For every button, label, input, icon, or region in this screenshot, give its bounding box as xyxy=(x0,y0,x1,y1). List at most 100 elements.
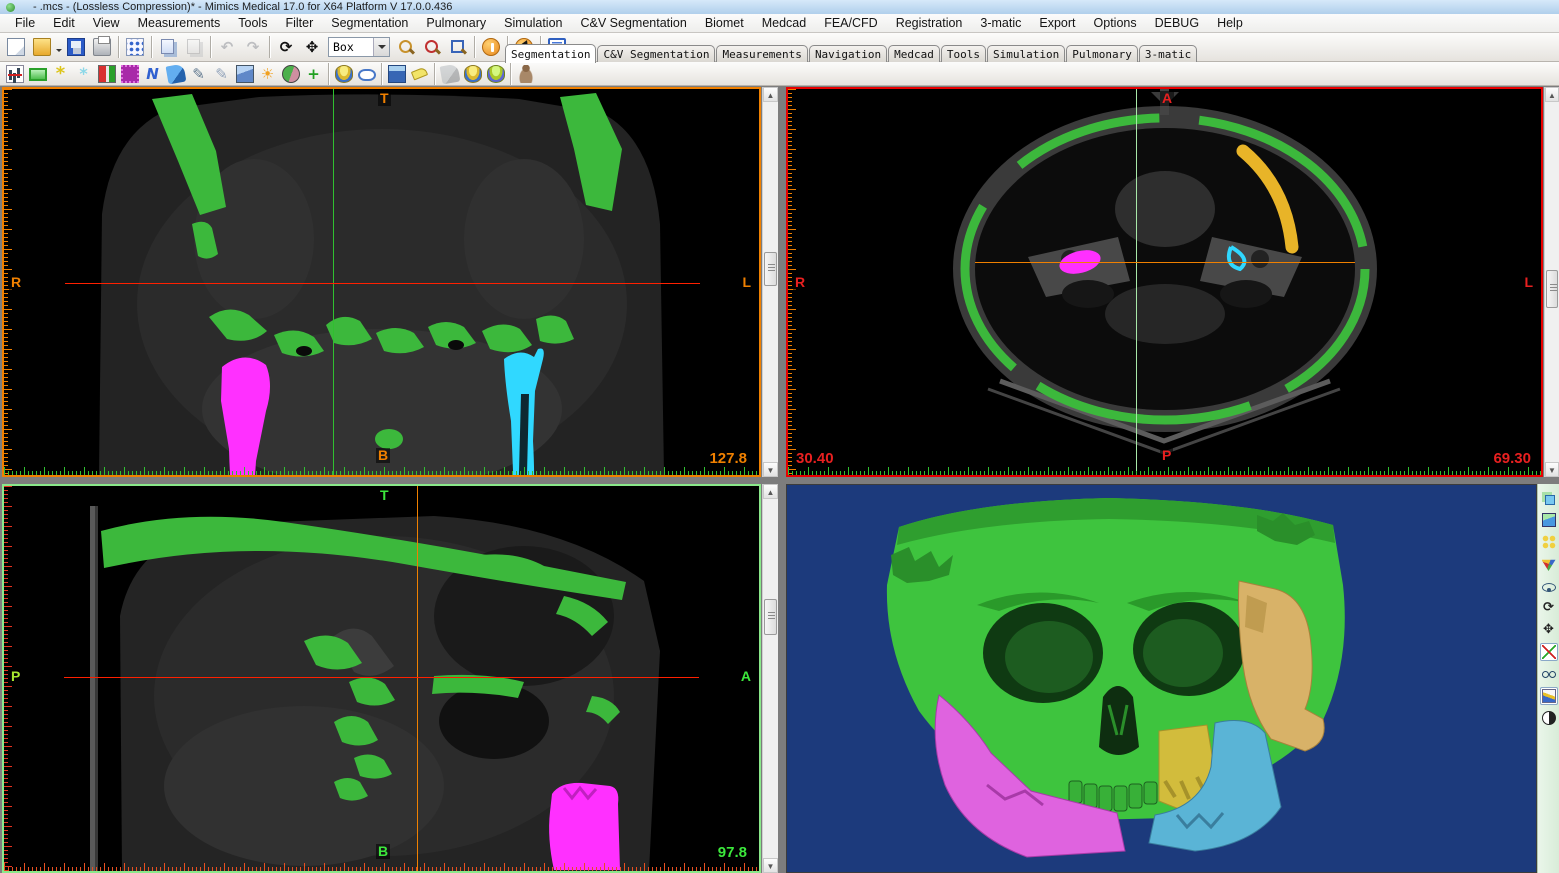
menu-medcad[interactable]: Medcad xyxy=(753,15,815,31)
edit-masks-button[interactable] xyxy=(119,63,140,84)
crosshair-vertical[interactable] xyxy=(333,89,334,475)
axes-toggle-button[interactable] xyxy=(1540,643,1558,661)
morphology-operations-button[interactable]: N xyxy=(142,63,163,84)
zoom-region-button[interactable] xyxy=(446,35,470,59)
tab-navigation[interactable]: Navigation xyxy=(809,45,887,63)
scene-properties-button[interactable] xyxy=(1540,687,1558,705)
scroll-up-arrow-icon[interactable]: ▲ xyxy=(763,87,778,102)
new-project-button[interactable] xyxy=(4,35,28,59)
pan-3d-button[interactable]: ✥ xyxy=(1540,621,1558,639)
axial-viewport[interactable]: A R L P 30.40 69.30 xyxy=(786,87,1543,477)
3d-viewport[interactable] xyxy=(786,484,1537,873)
menu-export[interactable]: Export xyxy=(1030,15,1084,31)
zoom-mode-select[interactable]: Box xyxy=(328,37,390,57)
tab-3matic[interactable]: 3-matic xyxy=(1139,45,1197,63)
sagittal-scrollbar[interactable]: ▲ ▼ xyxy=(762,484,778,873)
tab-cv-segmentation[interactable]: C&V Segmentation xyxy=(597,45,715,63)
label-mask-icon xyxy=(411,67,428,81)
menu-pulmonary[interactable]: Pulmonary xyxy=(417,15,495,31)
tab-segmentation[interactable]: Segmentation xyxy=(505,44,596,63)
visibility-button[interactable] xyxy=(1540,577,1558,595)
menu-cv-segmentation[interactable]: C&V Segmentation xyxy=(572,15,696,31)
menu-registration[interactable]: Registration xyxy=(887,15,972,31)
print-icon xyxy=(93,38,111,56)
crosshair-horizontal[interactable] xyxy=(65,283,700,284)
unzoom-button[interactable] xyxy=(420,35,444,59)
menu-measurements[interactable]: Measurements xyxy=(129,15,230,31)
menu-simulation[interactable]: Simulation xyxy=(495,15,571,31)
calculate-polylines-button[interactable] xyxy=(356,63,377,84)
thresholding-button[interactable] xyxy=(4,63,25,84)
scroll-down-arrow-icon[interactable]: ▼ xyxy=(763,858,778,873)
save-project-button[interactable] xyxy=(64,35,88,59)
menu-biomet[interactable]: Biomet xyxy=(696,15,753,31)
zoom-in-button[interactable] xyxy=(394,35,418,59)
tab-medcad[interactable]: Medcad xyxy=(888,45,940,63)
coronal-scrollbar[interactable]: ▲ ▼ xyxy=(762,87,778,477)
label-mask-button[interactable] xyxy=(409,63,430,84)
split-mask-button[interactable] xyxy=(96,63,117,84)
crosshair-horizontal[interactable] xyxy=(975,262,1355,263)
tab-simulation[interactable]: Simulation xyxy=(987,45,1065,63)
crosshair-vertical[interactable] xyxy=(417,486,418,871)
menu-tools[interactable]: Tools xyxy=(229,15,276,31)
rotate-button[interactable]: ⟳ xyxy=(274,35,298,59)
scroll-up-arrow-icon[interactable]: ▲ xyxy=(763,484,778,499)
contrast-button[interactable] xyxy=(1540,709,1558,727)
menu-edit[interactable]: Edit xyxy=(44,15,84,31)
copy-button[interactable] xyxy=(156,35,180,59)
open-dropdown-caret-icon[interactable] xyxy=(56,49,62,55)
crop-mask-button[interactable] xyxy=(27,63,48,84)
scroll-thumb[interactable] xyxy=(1546,270,1558,308)
crosshair-vertical[interactable] xyxy=(1136,89,1137,475)
bounding-box-button[interactable] xyxy=(1540,511,1558,529)
zoom-mode-caret-icon[interactable] xyxy=(373,38,389,56)
coronal-viewport[interactable]: T R L B 127.8 xyxy=(2,87,761,477)
clipping-fan-button[interactable] xyxy=(1540,555,1558,573)
smart-fill-button[interactable]: ☀ xyxy=(257,63,278,84)
menu-help[interactable]: Help xyxy=(1208,15,1252,31)
edit-mask-3d-button[interactable] xyxy=(234,63,255,84)
calculate-3d-button[interactable] xyxy=(333,63,354,84)
erase-pencil-button[interactable]: ✎ xyxy=(211,63,232,84)
edit-3d-contour-button[interactable] xyxy=(485,63,506,84)
cavity-fill-button[interactable] xyxy=(165,63,186,84)
dynamic-region-growing-button[interactable]: * xyxy=(73,63,94,84)
rotate-3d-button[interactable]: ⟳ xyxy=(1540,599,1558,617)
info-button[interactable] xyxy=(479,35,503,59)
mask-smoothing-button[interactable] xyxy=(280,63,301,84)
update-3d-button[interactable] xyxy=(462,63,483,84)
sagittal-viewport[interactable]: T P A B 97.8 xyxy=(2,484,761,873)
menu-file[interactable]: File xyxy=(6,15,44,31)
crop-project-button[interactable]: + xyxy=(303,63,324,84)
menu-view[interactable]: View xyxy=(84,15,129,31)
draw-pencil-button[interactable]: ✎ xyxy=(188,63,209,84)
scroll-thumb[interactable] xyxy=(764,252,777,286)
menu-fea-cfd[interactable]: FEA/CFD xyxy=(815,15,886,31)
tab-pulmonary[interactable]: Pulmonary xyxy=(1066,45,1138,63)
region-growing-button[interactable]: * xyxy=(50,63,71,84)
open-project-button[interactable] xyxy=(30,35,54,59)
menu-segmentation[interactable]: Segmentation xyxy=(322,15,417,31)
scroll-down-arrow-icon[interactable]: ▼ xyxy=(1545,462,1559,477)
tab-measurements[interactable]: Measurements xyxy=(716,45,807,63)
tab-tools[interactable]: Tools xyxy=(941,45,986,63)
four-views-button[interactable] xyxy=(1540,533,1558,551)
axial-scrollbar[interactable]: ▲ ▼ xyxy=(1544,87,1559,477)
scroll-thumb[interactable] xyxy=(764,599,777,635)
crosshair-horizontal[interactable] xyxy=(64,677,699,678)
anatomical-model-button[interactable] xyxy=(515,63,536,84)
scroll-up-arrow-icon[interactable]: ▲ xyxy=(1545,87,1559,102)
stereo-glasses-button[interactable] xyxy=(1540,665,1558,683)
print-button[interactable] xyxy=(90,35,114,59)
menu-3matic[interactable]: 3-matic xyxy=(971,15,1030,31)
menu-debug[interactable]: DEBUG xyxy=(1146,15,1208,31)
menu-options[interactable]: Options xyxy=(1085,15,1146,31)
viewport-layout-button[interactable] xyxy=(1540,489,1558,507)
menu-filter[interactable]: Filter xyxy=(276,15,322,31)
scroll-down-arrow-icon[interactable]: ▼ xyxy=(763,462,778,477)
project-organizer-button[interactable] xyxy=(123,35,147,59)
pan-button[interactable]: ✥ xyxy=(300,35,324,59)
ribbon-tab-bar: Segmentation C&V Segmentation Measuremen… xyxy=(505,43,1198,63)
stl-export-button[interactable] xyxy=(386,63,407,84)
